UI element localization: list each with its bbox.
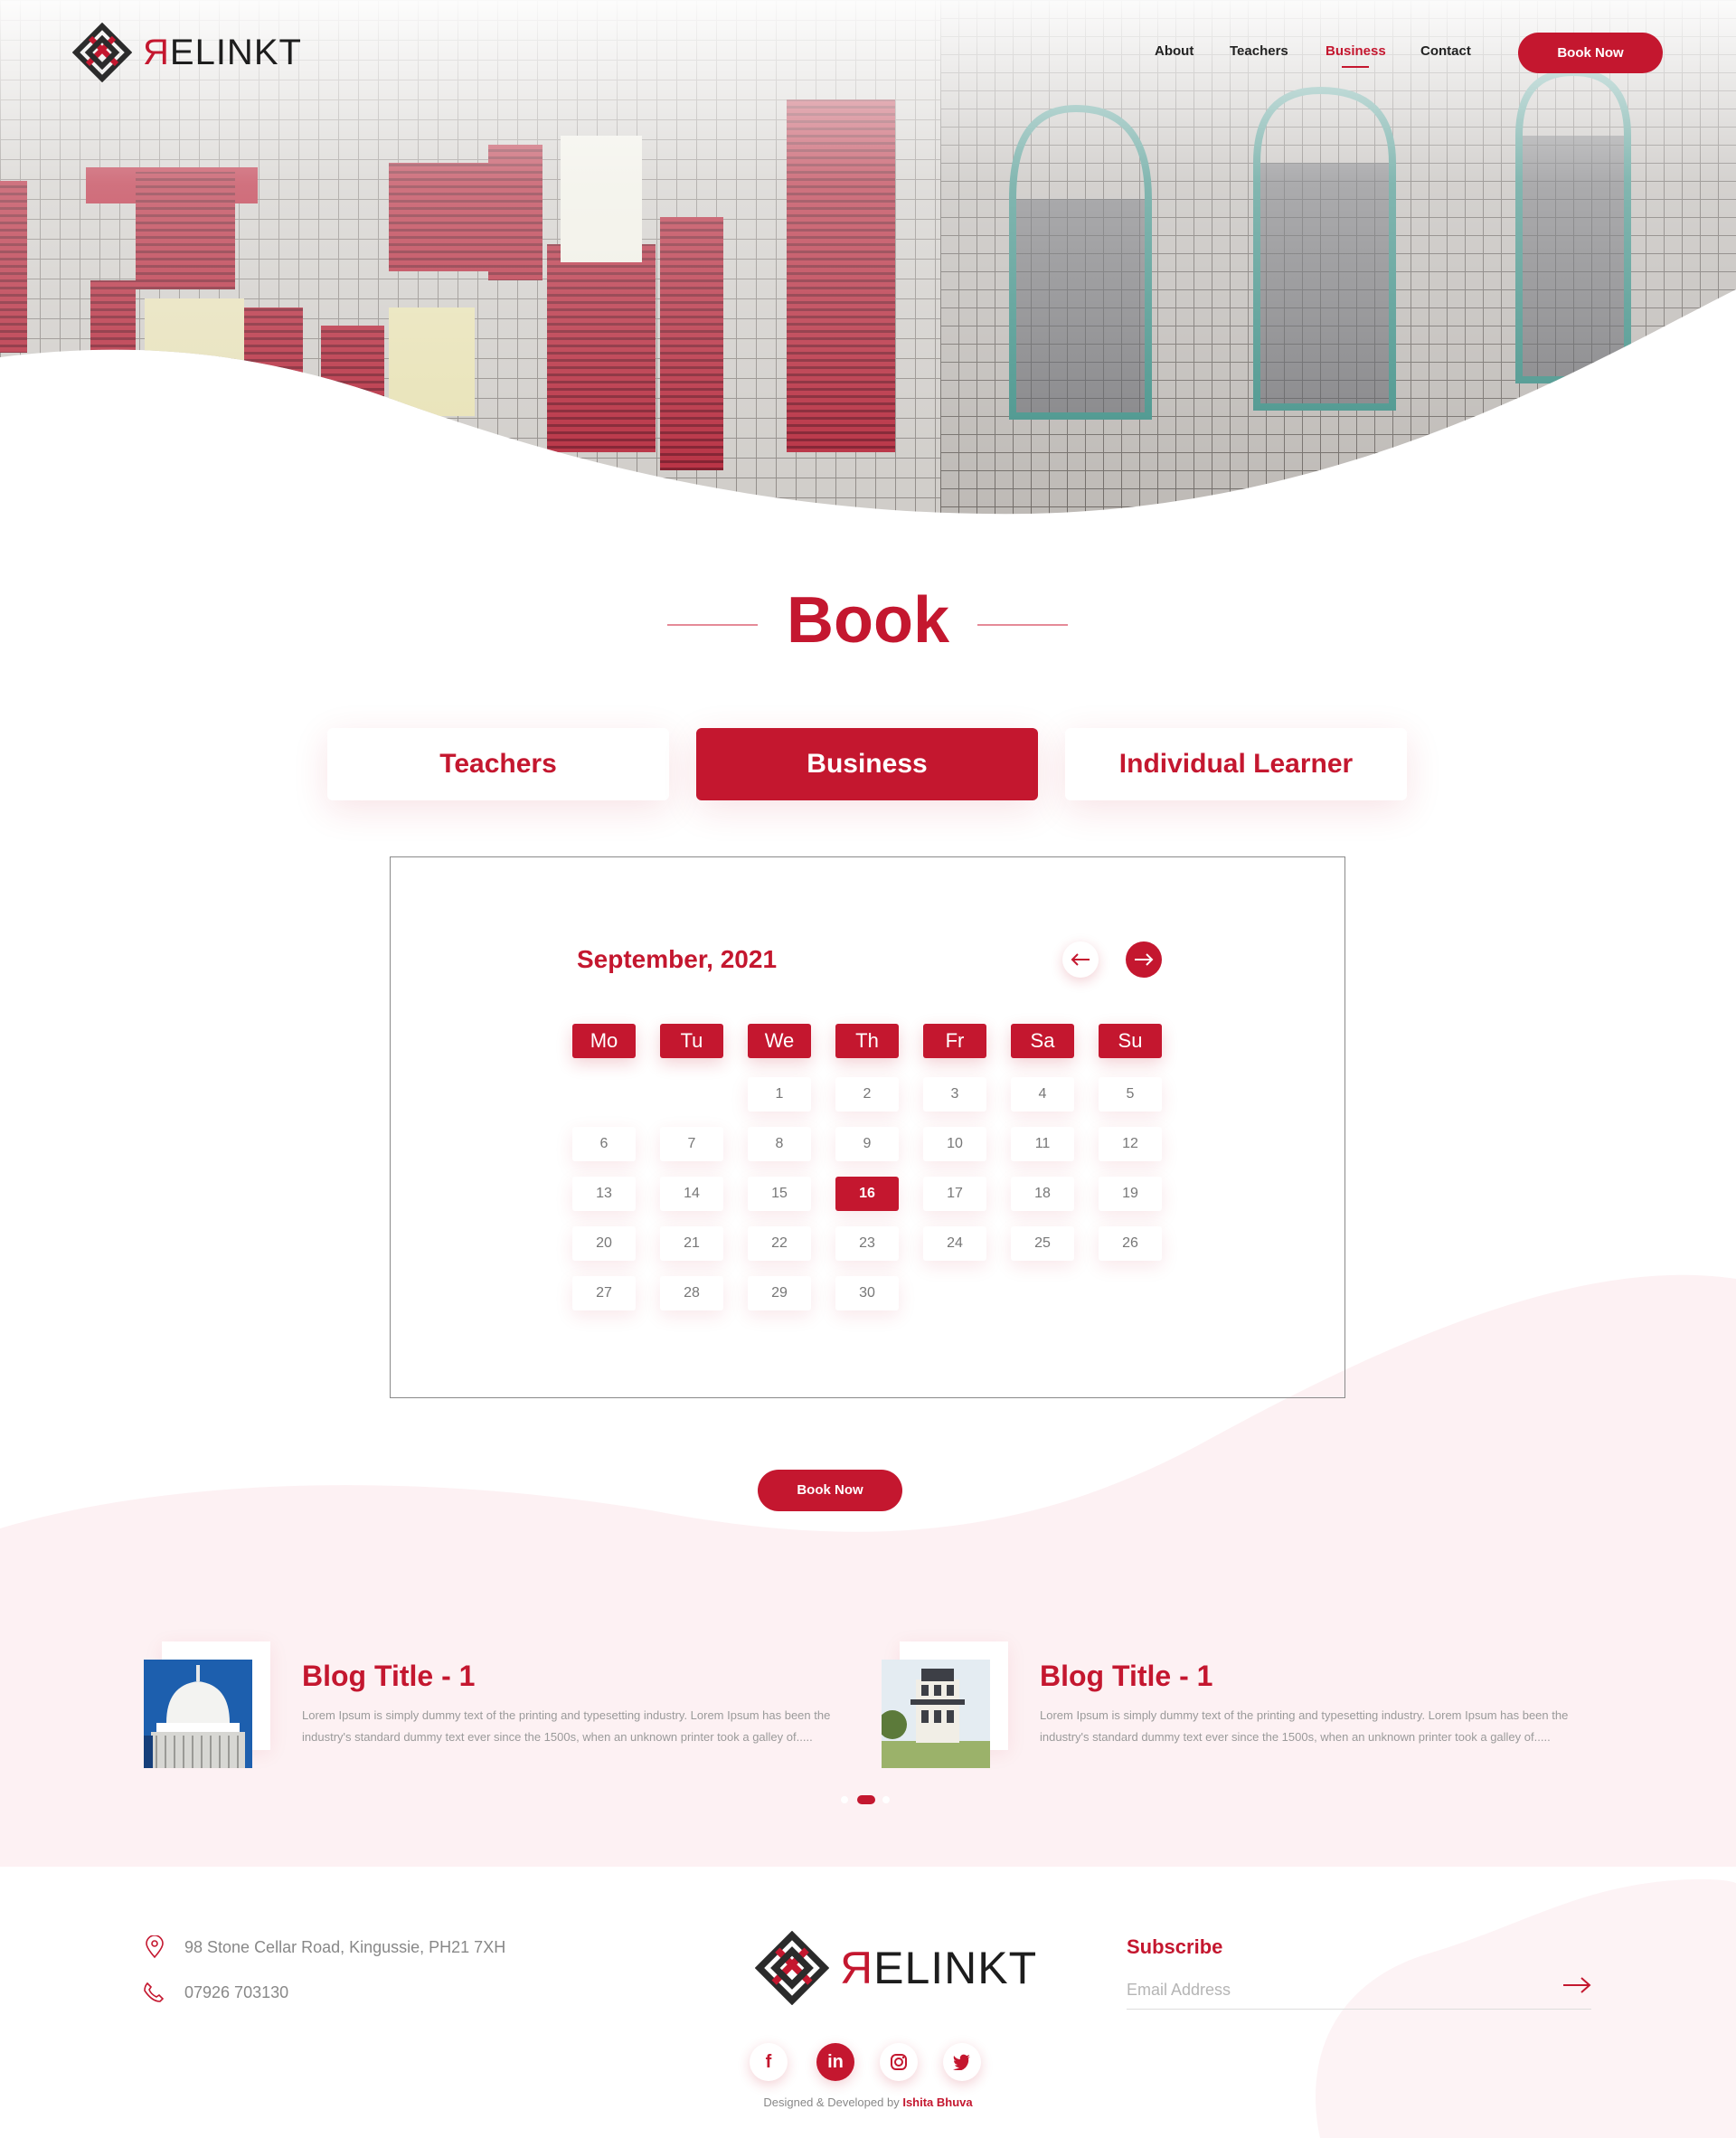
calendar-day[interactable]: 9 <box>835 1127 899 1161</box>
weekday-header: Su <box>1099 1024 1162 1058</box>
weekday-header: Mo <box>572 1024 636 1058</box>
brand-wordmark: ЯELINKT <box>143 32 302 72</box>
carousel-dots <box>841 1794 895 1805</box>
weekday-header: Sa <box>1011 1024 1074 1058</box>
subscribe-submit-button[interactable] <box>1562 1976 1591 1999</box>
calendar-day[interactable]: 29 <box>748 1276 811 1310</box>
calendar-day[interactable]: 7 <box>660 1127 723 1161</box>
calendar-day[interactable]: 21 <box>660 1226 723 1261</box>
calendar-day[interactable]: 20 <box>572 1226 636 1261</box>
calendar-day[interactable]: 12 <box>1099 1127 1162 1161</box>
location-pin-icon <box>146 1935 164 1959</box>
book-now-button[interactable]: Book Now <box>758 1470 902 1511</box>
calendar-day[interactable]: 5 <box>1099 1077 1162 1112</box>
calendar-day[interactable]: 1 <box>748 1077 811 1112</box>
footer-address: 98 Stone Cellar Road, Kingussie, PH21 7X… <box>145 1935 505 1959</box>
calendar-day[interactable]: 24 <box>923 1226 986 1261</box>
twitter-glyph <box>953 2054 970 2070</box>
relinkt-knot-icon <box>755 1931 829 2005</box>
brand-logo[interactable]: ЯELINKT <box>72 22 302 83</box>
calendar-day[interactable]: 17 <box>923 1177 986 1211</box>
nav-book-now-button[interactable]: Book Now <box>1518 33 1663 73</box>
weekday-header: Th <box>835 1024 899 1058</box>
calendar-day[interactable]: 30 <box>835 1276 899 1310</box>
calendar-day-selected[interactable]: 16 <box>835 1177 899 1211</box>
blog-excerpt: Lorem Ipsum is simply dummy text of the … <box>302 1708 831 1744</box>
arrow-right-icon <box>1563 1977 1591 1993</box>
twitter-icon[interactable] <box>943 2043 981 2081</box>
carousel-dot[interactable] <box>841 1796 848 1803</box>
blog-image <box>882 1660 990 1768</box>
weekday-header: Fr <box>923 1024 986 1058</box>
facebook-icon[interactable]: f <box>750 2043 788 2081</box>
nav-contact[interactable]: Contact <box>1420 43 1471 59</box>
calendar-month-label: September, 2021 <box>577 945 778 973</box>
next-month-button[interactable] <box>1126 941 1162 978</box>
calendar-day[interactable]: 15 <box>748 1177 811 1211</box>
calendar-day[interactable]: 25 <box>1011 1226 1074 1261</box>
calendar-day[interactable]: 13 <box>572 1177 636 1211</box>
address-text: 98 Stone Cellar Road, Kingussie, PH21 7X… <box>184 1937 506 1956</box>
calendar-day[interactable]: 19 <box>1099 1177 1162 1211</box>
calendar-day[interactable]: 4 <box>1011 1077 1074 1112</box>
linkedin-icon[interactable]: in <box>816 2043 854 2081</box>
calendar-day[interactable]: 28 <box>660 1276 723 1310</box>
weekday-header: We <box>748 1024 811 1058</box>
tab-individual-learner[interactable]: Individual Learner <box>1065 728 1407 800</box>
footer-phone: 07926 703130 <box>143 1982 288 2003</box>
calendar-day[interactable]: 11 <box>1011 1127 1074 1161</box>
blog-image <box>144 1660 252 1768</box>
blog-card[interactable]: Blog Title - 1 Lorem Ipsum is simply dum… <box>882 1641 1587 1777</box>
calendar-day[interactable]: 18 <box>1011 1177 1074 1211</box>
phone-text[interactable]: 07926 703130 <box>184 1983 288 2002</box>
tab-teachers[interactable]: Teachers <box>327 728 669 800</box>
nav-teachers[interactable]: Teachers <box>1230 43 1288 59</box>
arrow-right-icon <box>1135 953 1154 966</box>
phone-icon <box>144 1982 165 2002</box>
calendar-day[interactable]: 26 <box>1099 1226 1162 1261</box>
blog-title[interactable]: Blog Title - 1 <box>1040 1660 1212 1693</box>
blog-title[interactable]: Blog Title - 1 <box>302 1660 475 1693</box>
footer-logo[interactable]: ЯELINKT <box>755 1931 1037 2005</box>
carousel-dot[interactable] <box>882 1796 890 1803</box>
victorian-house-image <box>882 1660 990 1768</box>
calendar-day[interactable]: 27 <box>572 1276 636 1310</box>
weekday-header: Tu <box>660 1024 723 1058</box>
lighthouse-dome-image <box>144 1660 252 1768</box>
calendar-day[interactable]: 3 <box>923 1077 986 1112</box>
prev-month-button[interactable] <box>1062 941 1099 978</box>
instagram-icon[interactable] <box>880 2043 918 2081</box>
relinkt-knot-icon <box>72 23 132 82</box>
credit-name[interactable]: Ishita Bhuva <box>902 2095 972 2109</box>
carousel-dot-active[interactable] <box>857 1795 875 1804</box>
calendar-day[interactable]: 23 <box>835 1226 899 1261</box>
nav-about[interactable]: About <box>1155 43 1194 59</box>
footer-credit: Designed & Developed by Ishita Bhuva <box>763 2095 973 2109</box>
arrow-left-icon <box>1071 953 1090 966</box>
email-input[interactable] <box>1127 1972 1591 2010</box>
calendar-day[interactable]: 22 <box>748 1226 811 1261</box>
nav-business[interactable]: Business <box>1326 43 1386 59</box>
blog-card[interactable]: Blog Title - 1 Lorem Ipsum is simply dum… <box>144 1641 849 1777</box>
calendar-day[interactable]: 14 <box>660 1177 723 1211</box>
blog-excerpt: Lorem Ipsum is simply dummy text of the … <box>1040 1708 1569 1744</box>
calendar-day[interactable]: 6 <box>572 1127 636 1161</box>
calendar-day[interactable]: 8 <box>748 1127 811 1161</box>
page-title: Book <box>787 584 949 657</box>
subscribe-title: Subscribe <box>1127 1935 1223 1958</box>
tab-business[interactable]: Business <box>696 728 1038 800</box>
calendar-day[interactable]: 10 <box>923 1127 986 1161</box>
brand-wordmark: ЯELINKT <box>840 1943 1038 1993</box>
instagram-glyph <box>891 2054 907 2070</box>
calendar-day[interactable]: 2 <box>835 1077 899 1112</box>
